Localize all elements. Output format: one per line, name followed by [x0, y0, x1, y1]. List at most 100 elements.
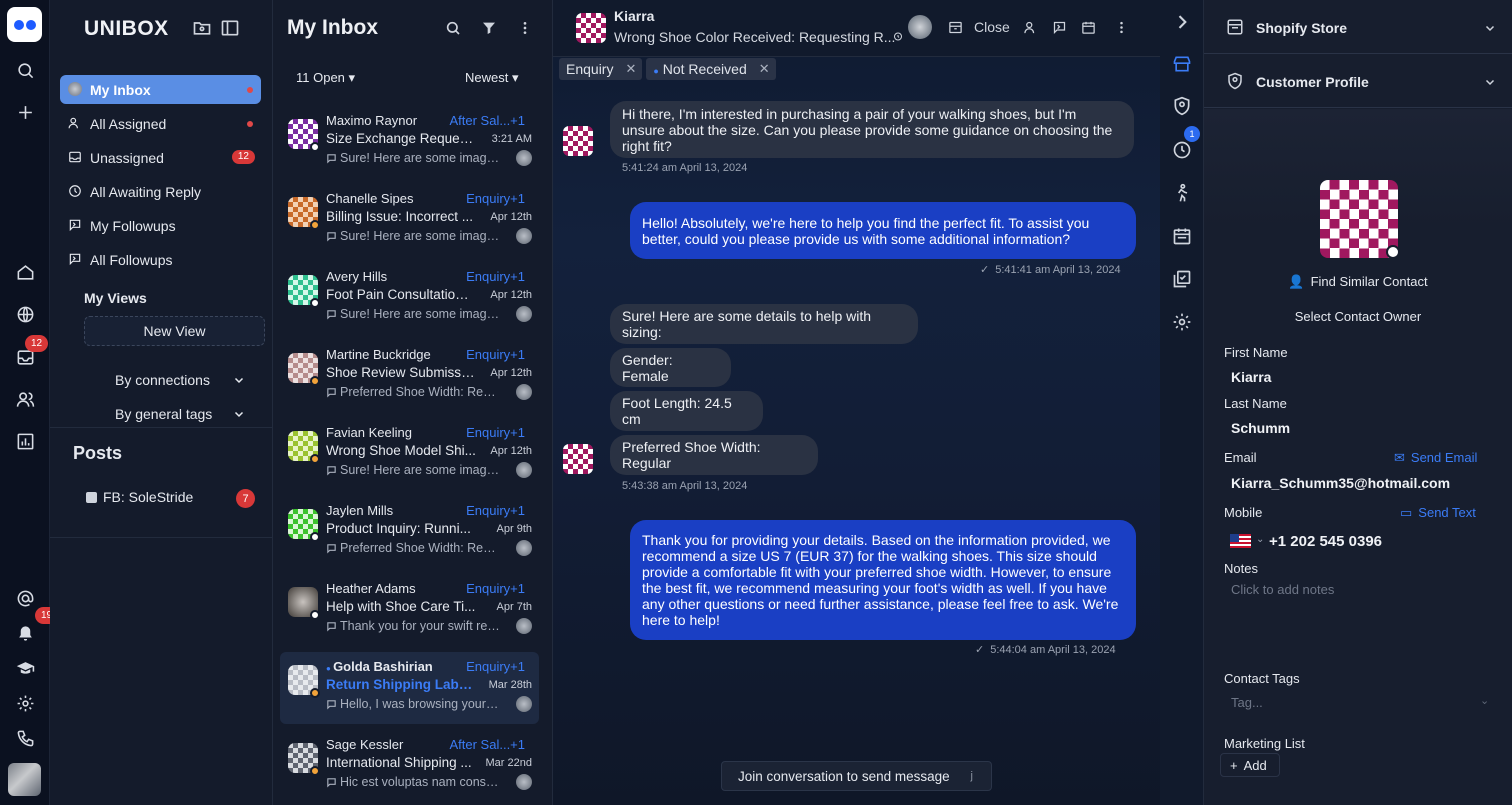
- search-icon[interactable]: [12, 57, 38, 83]
- join-conversation-button[interactable]: Join conversation to send message j: [721, 761, 992, 791]
- tag-chip[interactable]: Enquiry ✕: [559, 58, 643, 80]
- notes-input[interactable]: Click to add notes: [1231, 582, 1334, 597]
- chevron-down-icon[interactable]: ⌄: [1256, 534, 1264, 545]
- conversation-item[interactable]: Favian Keeling Enquiry+1 Wrong Shoe Model …: [280, 418, 539, 490]
- user-avatar[interactable]: [8, 763, 41, 796]
- channel-badge-icon: [310, 142, 320, 152]
- whatsapp-icon: [1386, 245, 1400, 259]
- bell-icon[interactable]: [12, 620, 38, 646]
- close-icon[interactable]: ✕: [625, 61, 636, 77]
- add-marketing-list-button[interactable]: + Add: [1220, 753, 1280, 777]
- folder-settings-icon[interactable]: [192, 18, 212, 38]
- tasks-icon[interactable]: [1172, 269, 1192, 289]
- mobile-field[interactable]: +1 202 545 0396: [1269, 533, 1382, 550]
- history-icon[interactable]: [1172, 140, 1192, 160]
- journey-icon[interactable]: [1172, 183, 1192, 203]
- unread-dot: [247, 121, 253, 127]
- conversation-preview: Preferred Shoe Width: Regul...: [340, 385, 500, 399]
- assignee-avatar: [516, 696, 532, 712]
- by-general-tags-toggle[interactable]: By general tags: [115, 406, 212, 422]
- tag-chip[interactable]: ● Not Received ✕: [646, 58, 776, 80]
- conversation-subject: Wrong Shoe Color Received: Requesting R.…: [614, 29, 896, 45]
- channel-badge-icon: [310, 220, 320, 230]
- followup-icon: [69, 253, 81, 266]
- select-contact-owner[interactable]: Select Contact Owner: [1204, 309, 1512, 324]
- channel-badge-icon: [310, 766, 320, 776]
- store-icon[interactable]: [1172, 54, 1192, 74]
- close-icon[interactable]: ✕: [759, 61, 770, 77]
- new-view-button[interactable]: New View: [84, 316, 265, 346]
- mention-icon[interactable]: [12, 585, 38, 611]
- user-search-icon: 👤: [1288, 274, 1305, 289]
- tags-input[interactable]: Tag...: [1231, 695, 1263, 710]
- sidebar-item-label: My Inbox: [90, 81, 151, 98]
- archive-icon[interactable]: [948, 20, 963, 35]
- assign-user-icon[interactable]: [1023, 20, 1038, 35]
- conversation-item[interactable]: ● Golda Bashirian Enquiry+1 Return Shippin…: [280, 652, 539, 724]
- conversation-subject: Wrong Shoe Model Shi...: [326, 443, 476, 458]
- gear-icon[interactable]: [1172, 312, 1192, 332]
- conversation-item[interactable]: Chanelle Sipes Enquiry+1 Billing Issue: In…: [280, 184, 539, 256]
- sidebar-item-awaiting-reply[interactable]: All Awaiting Reply: [60, 177, 261, 206]
- contact-details-panel: Shopify Store Customer Profile 👤 Find Sim…: [1204, 0, 1512, 805]
- conversation-item[interactable]: Heather Adams Enquiry+1 Help with Shoe Car…: [280, 574, 539, 646]
- contact-name: Avery Hills: [326, 269, 388, 284]
- conversation-item[interactable]: Sage Kessler After Sal...+1 International …: [280, 730, 539, 802]
- shopify-section-header[interactable]: Shopify Store: [1204, 0, 1512, 54]
- calendar-icon[interactable]: [1172, 226, 1192, 246]
- close-conversation-button[interactable]: Close: [974, 19, 1010, 35]
- email-field[interactable]: Kiarra_Schumm35@hotmail.com: [1231, 475, 1450, 491]
- sidebar-item-my-followups[interactable]: My Followups: [60, 211, 261, 240]
- sidebar-item-my-inbox[interactable]: My Inbox: [60, 75, 261, 104]
- phone-icon[interactable]: [12, 725, 38, 751]
- first-name-field[interactable]: Kiarra: [1231, 369, 1271, 385]
- chevron-down-icon[interactable]: [233, 408, 245, 420]
- post-item-fb[interactable]: FB: SoleStride: [86, 489, 193, 505]
- sidebar-item-all-followups[interactable]: All Followups: [60, 245, 261, 274]
- chevron-down-icon: ▾: [511, 70, 519, 85]
- message-timestamp-text: 5:44:04 am April 13, 2024: [990, 644, 1116, 656]
- customer-profile-header[interactable]: Customer Profile: [1204, 54, 1512, 108]
- followup-icon[interactable]: [1052, 20, 1067, 35]
- sort-dropdown[interactable]: Newest ▾: [465, 70, 519, 86]
- globe-icon[interactable]: [12, 301, 38, 327]
- conversation-time: Apr 9th: [496, 523, 532, 535]
- chevron-down-icon[interactable]: [233, 374, 245, 386]
- app-logo[interactable]: [7, 7, 42, 42]
- plus-icon: +: [1230, 757, 1238, 773]
- sidebar-item-all-assigned[interactable]: All Assigned: [60, 109, 261, 138]
- chevron-down-icon[interactable]: ⌄: [1480, 694, 1489, 707]
- find-similar-contact-button[interactable]: 👤 Find Similar Contact: [1204, 274, 1512, 290]
- gear-icon[interactable]: [12, 690, 38, 716]
- sidebar-item-label: Unassigned: [90, 149, 164, 166]
- send-text-button[interactable]: ▭ Send Text: [1400, 505, 1476, 521]
- snooze-icon[interactable]: [892, 30, 904, 42]
- filter-icon[interactable]: [481, 20, 497, 36]
- conversation-item[interactable]: Maximo Raynor After Sal...+1 Size Exchange…: [280, 106, 539, 178]
- home-icon[interactable]: [12, 259, 38, 285]
- more-vertical-icon[interactable]: [517, 20, 533, 36]
- chevron-right-icon[interactable]: [1172, 12, 1192, 32]
- last-name-field[interactable]: Schumm: [1231, 420, 1290, 436]
- sidebar-item-unassigned[interactable]: Unassigned 12: [60, 143, 261, 172]
- chat-panel: Kiarra Wrong Shoe Color Received: Reques…: [553, 0, 1160, 805]
- send-email-button[interactable]: ✉ Send Email: [1394, 450, 1477, 466]
- search-icon[interactable]: [445, 20, 461, 36]
- open-filter-dropdown[interactable]: 11 Open ▾: [296, 70, 355, 86]
- sidebar-toggle-icon[interactable]: [220, 18, 240, 38]
- contact-avatar[interactable]: [576, 13, 606, 43]
- conversation-item[interactable]: Jaylen Mills Enquiry+1 Product Inquiry: Ru…: [280, 496, 539, 568]
- calendar-icon[interactable]: [1081, 20, 1096, 35]
- contacts-icon[interactable]: [12, 386, 38, 412]
- plus-icon[interactable]: [12, 99, 38, 125]
- contact-avatar-large[interactable]: [1320, 180, 1398, 258]
- reports-icon[interactable]: [12, 428, 38, 454]
- conversation-item[interactable]: Avery Hills Enquiry+1 Foot Pain Consultati…: [280, 262, 539, 334]
- us-flag-icon[interactable]: [1230, 534, 1251, 548]
- graduation-cap-icon[interactable]: [12, 655, 38, 681]
- profile-badge-icon[interactable]: [1172, 96, 1192, 116]
- assignee-avatar[interactable]: [908, 15, 932, 39]
- conversation-item[interactable]: Martine Buckridge Enquiry+1 Shoe Review Su…: [280, 340, 539, 412]
- by-connections-toggle[interactable]: By connections: [115, 372, 210, 388]
- more-vertical-icon[interactable]: [1114, 20, 1129, 35]
